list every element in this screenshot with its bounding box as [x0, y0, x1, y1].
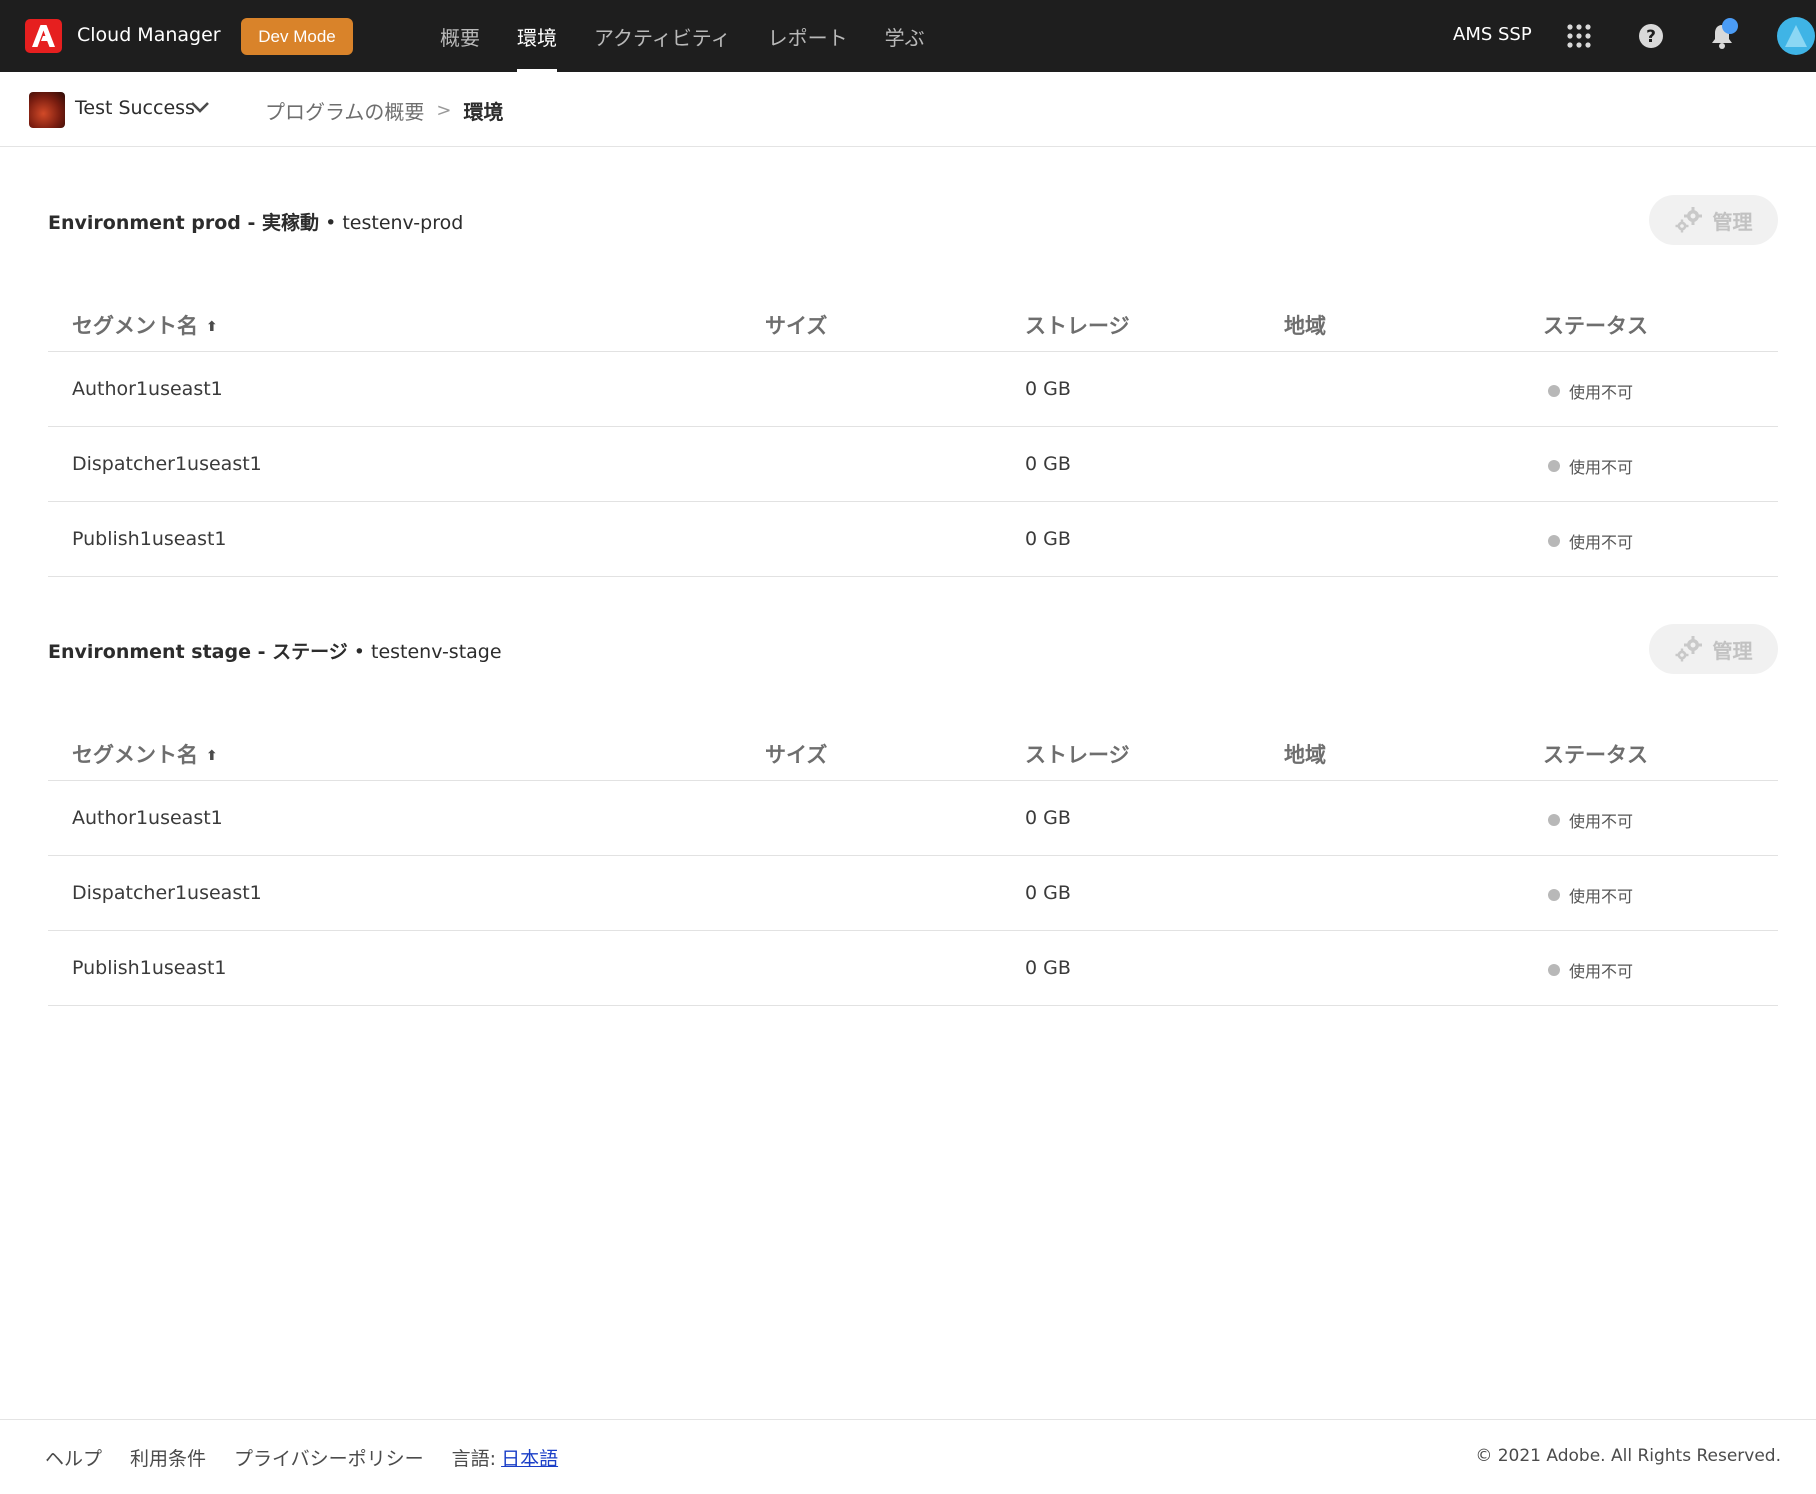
- footer-link-terms[interactable]: 利用条件: [130, 1444, 206, 1471]
- main-nav: 概要 環境 アクティビティ レポート 学ぶ: [440, 0, 962, 72]
- table-row: Dispatcher1useast1 0 GB 使用不可: [48, 856, 1778, 931]
- column-header-status: ステータス: [1543, 314, 1648, 338]
- segment-storage: 0 GB: [1025, 378, 1071, 400]
- environment-name: Environment stage -: [48, 641, 273, 663]
- status-dot-icon: [1548, 964, 1560, 976]
- help-icon[interactable]: ?: [1633, 18, 1669, 54]
- segment-name: Dispatcher1useast1: [72, 882, 262, 904]
- footer-links: ヘルプ 利用条件 プライバシーポリシー 言語: 日本語: [45, 1444, 558, 1471]
- segment-name: Author1useast1: [72, 807, 223, 829]
- language-selector-link[interactable]: 日本語: [501, 1444, 558, 1471]
- column-header-region: 地域: [1284, 314, 1326, 338]
- status-badge: 使用不可: [1548, 529, 1633, 553]
- program-thumbnail[interactable]: [29, 92, 65, 128]
- segment-name: Publish1useast1: [72, 957, 227, 979]
- user-avatar[interactable]: [1777, 17, 1815, 55]
- table-row: Dispatcher1useast1 0 GB 使用不可: [48, 427, 1778, 502]
- column-header-size: サイズ: [765, 743, 828, 767]
- manage-label: 管理: [1712, 211, 1753, 234]
- environment-name: Environment prod -: [48, 212, 263, 234]
- manage-label: 管理: [1712, 640, 1753, 663]
- breadcrumb-separator: >: [436, 100, 452, 121]
- gears-icon: [1675, 207, 1702, 233]
- nav-overview[interactable]: 概要: [440, 0, 480, 72]
- apps-grid-icon[interactable]: [1561, 18, 1597, 54]
- environment-kind: ステージ: [272, 641, 348, 663]
- segment-storage: 0 GB: [1025, 957, 1071, 979]
- breadcrumb-current: 環境: [463, 100, 504, 124]
- gears-icon: [1675, 636, 1702, 662]
- top-navigation-bar: Cloud Manager Dev Mode 概要 環境 アクティビティ レポー…: [0, 0, 1816, 72]
- org-switcher[interactable]: AMS SSP: [1453, 24, 1532, 45]
- environment-separator: •: [347, 641, 371, 663]
- status-badge: 使用不可: [1548, 808, 1633, 832]
- notification-badge: [1722, 18, 1738, 34]
- sort-ascending-icon[interactable]: ⬆: [206, 748, 218, 764]
- sort-ascending-icon[interactable]: ⬆: [206, 319, 218, 335]
- status-dot-icon: [1548, 814, 1560, 826]
- chevron-down-icon[interactable]: [190, 99, 210, 118]
- environment-id: testenv-stage: [371, 641, 502, 663]
- table-row: Author1useast1 0 GB 使用不可: [48, 352, 1778, 427]
- column-header-storage: ストレージ: [1025, 314, 1130, 338]
- language-label: 言語:: [451, 1448, 497, 1470]
- table-header: セグメント名 ⬆ サイズ ストレージ 地域 ステータス: [48, 292, 1778, 352]
- breadcrumb: プログラムの概要 > 環境: [265, 96, 504, 125]
- status-dot-icon: [1548, 460, 1560, 472]
- dev-mode-button[interactable]: Dev Mode: [241, 18, 353, 55]
- app-title[interactable]: Cloud Manager: [77, 24, 221, 46]
- segments-table-prod: セグメント名 ⬆ サイズ ストレージ 地域 ステータス Author1useast…: [48, 292, 1778, 577]
- manage-button-stage[interactable]: 管理: [1649, 624, 1778, 674]
- nav-environments[interactable]: 環境: [517, 0, 557, 72]
- environment-kind: 実稼動: [262, 212, 320, 234]
- segment-name: Author1useast1: [72, 378, 223, 400]
- column-header-region: 地域: [1284, 743, 1326, 767]
- status-dot-icon: [1548, 535, 1560, 547]
- environment-title-prod: Environment prod - 実稼動 • testenv-prod: [48, 208, 463, 235]
- breadcrumb-program-overview[interactable]: プログラムの概要: [265, 96, 424, 125]
- manage-button-prod[interactable]: 管理: [1649, 195, 1778, 245]
- copyright: © 2021 Adobe. All Rights Reserved.: [1475, 1446, 1781, 1466]
- table-row: Publish1useast1 0 GB 使用不可: [48, 931, 1778, 1006]
- segment-name: Dispatcher1useast1: [72, 453, 262, 475]
- nav-learn[interactable]: 学ぶ: [885, 0, 925, 72]
- status-badge: 使用不可: [1548, 379, 1633, 403]
- segments-table-stage: セグメント名 ⬆ サイズ ストレージ 地域 ステータス Author1useast…: [48, 721, 1778, 1006]
- environment-separator: •: [319, 212, 343, 234]
- footer: ヘルプ 利用条件 プライバシーポリシー 言語: 日本語 © 2021 Adobe.…: [0, 1419, 1816, 1494]
- status-badge: 使用不可: [1548, 883, 1633, 907]
- column-header-size: サイズ: [765, 314, 828, 338]
- svg-text:?: ?: [1646, 27, 1656, 47]
- column-header-storage: ストレージ: [1025, 743, 1130, 767]
- segment-storage: 0 GB: [1025, 453, 1071, 475]
- adobe-logo-icon[interactable]: [25, 19, 62, 53]
- program-selector[interactable]: Test Success: [75, 97, 195, 119]
- bell-icon[interactable]: [1704, 18, 1740, 54]
- status-badge: 使用不可: [1548, 958, 1633, 982]
- column-header-segment-name[interactable]: セグメント名 ⬆: [72, 739, 218, 769]
- footer-link-privacy[interactable]: プライバシーポリシー: [234, 1444, 424, 1471]
- nav-activity[interactable]: アクティビティ: [594, 0, 731, 72]
- footer-link-help[interactable]: ヘルプ: [45, 1444, 102, 1471]
- status-badge: 使用不可: [1548, 454, 1633, 478]
- table-row: Author1useast1 0 GB 使用不可: [48, 781, 1778, 856]
- table-row: Publish1useast1 0 GB 使用不可: [48, 502, 1778, 577]
- column-header-segment-name[interactable]: セグメント名 ⬆: [72, 310, 218, 340]
- segment-storage: 0 GB: [1025, 528, 1071, 550]
- segment-name: Publish1useast1: [72, 528, 227, 550]
- environment-id: testenv-prod: [342, 212, 464, 234]
- segment-storage: 0 GB: [1025, 882, 1071, 904]
- table-header: セグメント名 ⬆ サイズ ストレージ 地域 ステータス: [48, 721, 1778, 781]
- status-dot-icon: [1548, 889, 1560, 901]
- status-dot-icon: [1548, 385, 1560, 397]
- program-subheader: Test Success プログラムの概要 > 環境: [0, 72, 1816, 147]
- segment-storage: 0 GB: [1025, 807, 1071, 829]
- nav-reports[interactable]: レポート: [768, 0, 848, 72]
- environment-title-stage: Environment stage - ステージ • testenv-stage: [48, 637, 502, 664]
- column-header-status: ステータス: [1543, 743, 1648, 767]
